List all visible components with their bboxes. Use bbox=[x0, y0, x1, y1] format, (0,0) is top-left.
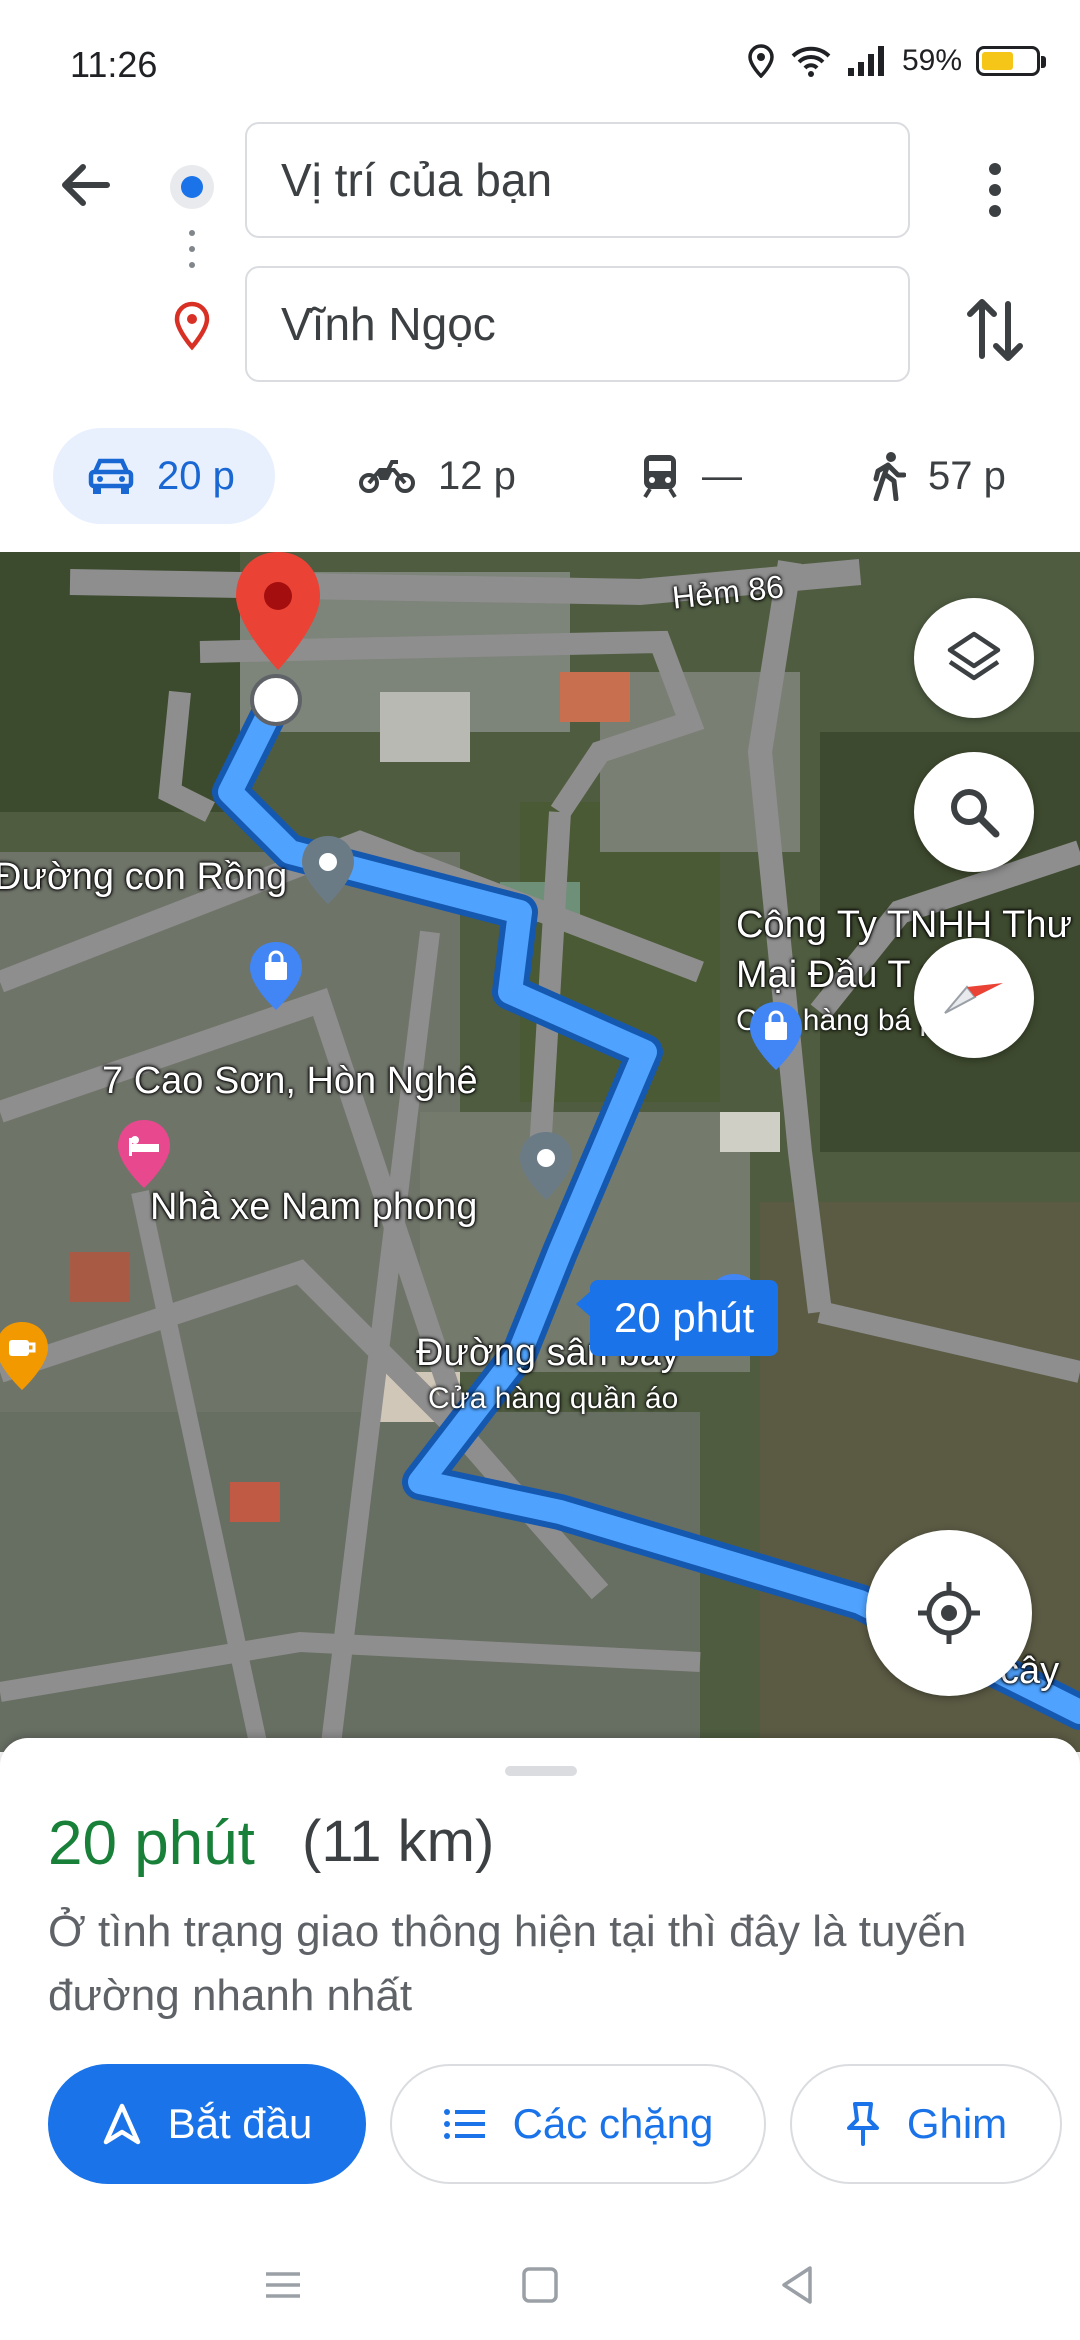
pin-button-label: Ghim bbox=[906, 2100, 1008, 2147]
destination-pin-icon bbox=[170, 300, 214, 357]
map-label-quan-ao[interactable]: Cửa hàng quần áo bbox=[428, 1382, 678, 1416]
search-icon bbox=[951, 789, 1000, 838]
crosshair-icon bbox=[918, 1582, 980, 1644]
train-icon bbox=[643, 455, 677, 499]
motorbike-icon bbox=[359, 460, 415, 493]
origin-marker-icon bbox=[170, 165, 214, 209]
mode-tab-transit-label: — bbox=[702, 453, 742, 498]
map-label-cao-son[interactable]: 7 Cao Sơn, Hòn Nghê bbox=[102, 1060, 478, 1103]
more-options-button[interactable] bbox=[970, 155, 1020, 225]
sheet-drag-handle[interactable] bbox=[505, 1766, 577, 1776]
layers-button[interactable] bbox=[914, 598, 1034, 718]
layers-icon bbox=[947, 631, 1001, 681]
steps-button[interactable]: Các chặng bbox=[390, 2064, 766, 2184]
map-view[interactable]: Hẻm 86 Đường con Rồng Công Ty TNHH Thư M… bbox=[0, 552, 1080, 1752]
back-triangle-icon[interactable] bbox=[772, 2260, 822, 2310]
swap-vertical-icon bbox=[967, 299, 1023, 361]
compass-button[interactable] bbox=[914, 938, 1034, 1058]
gray-pin-icon[interactable] bbox=[516, 1130, 576, 1202]
battery-level bbox=[982, 52, 1013, 70]
home-square-icon[interactable] bbox=[515, 2260, 565, 2310]
navigation-arrow-icon bbox=[103, 2103, 140, 2145]
mode-tab-car[interactable]: 20 p bbox=[53, 428, 275, 524]
swap-button[interactable] bbox=[960, 290, 1030, 370]
mode-tab-walk-label: 57 p bbox=[928, 453, 1006, 498]
mode-tab-car-label: 20 p bbox=[157, 453, 235, 498]
destination-field[interactable]: Vĩnh Ngọc bbox=[245, 266, 910, 382]
steps-button-label: Các chặng bbox=[512, 2100, 714, 2147]
search-along-route-button[interactable] bbox=[914, 752, 1034, 872]
start-button[interactable]: Bắt đầu bbox=[48, 2064, 366, 2184]
mode-tab-motorbike-label: 12 p bbox=[438, 453, 516, 498]
status-time: 11:26 bbox=[70, 44, 158, 85]
mode-tab-transit[interactable]: — bbox=[640, 428, 742, 524]
route-distance: (11 km) bbox=[302, 1809, 495, 1874]
mode-tab-motorbike[interactable]: 12 p bbox=[358, 428, 516, 524]
status-bar: 11:26 59% bbox=[0, 0, 1080, 120]
location-icon bbox=[748, 44, 774, 78]
compass-icon bbox=[944, 983, 1003, 1014]
pushpin-icon bbox=[846, 2102, 879, 2146]
origin-field[interactable]: Vị trí của bạn bbox=[245, 122, 910, 238]
mode-tab-walk[interactable]: 57 p bbox=[870, 428, 1006, 524]
battery-icon bbox=[976, 46, 1046, 76]
route-duration-chip[interactable]: 20 phút bbox=[575, 1280, 779, 1356]
signal-icon bbox=[847, 46, 884, 76]
back-button[interactable] bbox=[50, 150, 120, 220]
route-time: 20 phút bbox=[48, 1809, 255, 1878]
map-label-nha-xe[interactable]: Nhà xe Nam phong bbox=[150, 1186, 477, 1229]
map-label-company-1[interactable]: Công Ty TNHH Thư bbox=[736, 904, 1072, 947]
arrow-back-icon bbox=[62, 164, 110, 206]
status-icons: 59% bbox=[746, 44, 1046, 78]
route-connector bbox=[189, 230, 195, 268]
shopping-bag-icon[interactable] bbox=[746, 1000, 806, 1072]
route-description: Ở tình trạng giao thông hiện tại thì đây… bbox=[48, 1907, 967, 2020]
system-nav-bar bbox=[0, 2230, 1080, 2340]
gray-pin-icon[interactable] bbox=[298, 834, 358, 906]
wifi-icon bbox=[791, 46, 831, 77]
my-location-button[interactable] bbox=[866, 1530, 1032, 1696]
car-icon bbox=[88, 458, 134, 494]
menu-icon[interactable] bbox=[258, 2260, 308, 2310]
walk-icon bbox=[873, 452, 906, 501]
shopping-bag-icon[interactable] bbox=[246, 940, 306, 1012]
map-label-con-rong[interactable]: Đường con Rồng bbox=[0, 856, 287, 899]
battery-percent: 59% bbox=[901, 44, 962, 77]
list-icon bbox=[443, 2109, 485, 2139]
hotel-bed-icon[interactable] bbox=[114, 1118, 174, 1190]
cafe-cup-icon[interactable] bbox=[0, 1320, 52, 1392]
pin-button[interactable]: Ghim bbox=[790, 2064, 1062, 2184]
travel-mode-tabs: 20 p 12 p — 57 p bbox=[0, 420, 1080, 524]
directions-header: Vị trí của bạn Vĩnh Ngọc 20 p 12 p — 57 … bbox=[0, 110, 1080, 550]
start-button-label: Bắt đầu bbox=[167, 2100, 313, 2147]
